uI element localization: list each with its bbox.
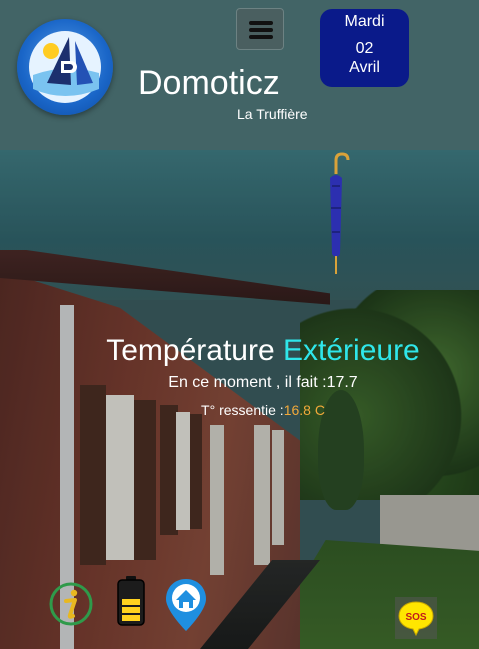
temperature-heading: Température Extérieure	[0, 334, 479, 368]
date-number: 02	[355, 40, 374, 57]
date-day: Mardi	[344, 13, 385, 30]
umbrella-icon[interactable]	[322, 152, 352, 276]
hamburger-icon	[249, 21, 273, 25]
svg-text:SOS: SOS	[405, 612, 426, 623]
date-badge: Mardi 02 Avril	[320, 9, 409, 87]
logo-icon	[29, 31, 101, 103]
sos-icon[interactable]: SOS	[395, 597, 437, 639]
domoticz-logo[interactable]	[17, 19, 113, 115]
heading-main: Température	[106, 334, 275, 367]
felt-temperature: T° ressentie :16.8 C	[0, 402, 479, 418]
app-title: Domoticz	[138, 64, 280, 102]
felt-temperature-label: T° ressentie :	[201, 402, 284, 418]
home-location-icon[interactable]	[164, 577, 208, 633]
current-temperature-label: En ce moment , il fait :	[168, 374, 327, 391]
info-icon[interactable]	[48, 581, 94, 627]
current-temperature-value: 17.7	[326, 374, 358, 391]
battery-icon[interactable]	[116, 575, 146, 627]
app-subtitle: La Truffière	[237, 106, 308, 122]
felt-temperature-value: 16.8 C	[283, 402, 325, 418]
current-temperature: En ce moment , il fait :17.7	[0, 374, 479, 392]
menu-button[interactable]	[236, 8, 284, 50]
heading-accent: Extérieure	[283, 334, 420, 367]
date-month: Avril	[349, 59, 380, 76]
